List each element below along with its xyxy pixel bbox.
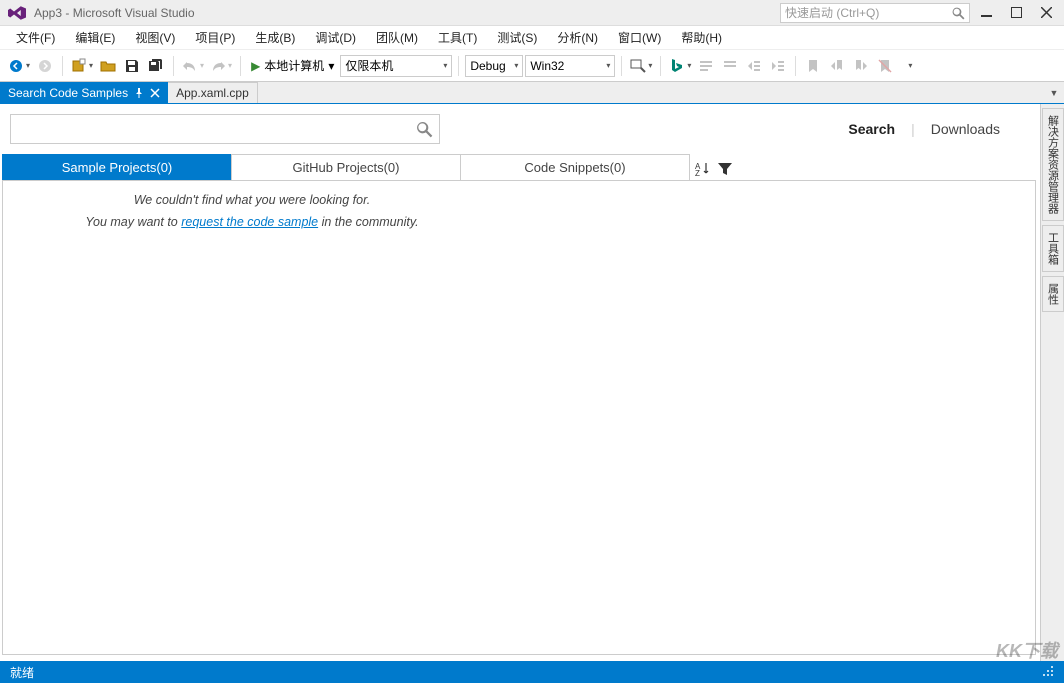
undo-button[interactable]: ▾	[180, 55, 206, 77]
maximize-button[interactable]	[1002, 3, 1030, 23]
tab-code-snippets[interactable]: Code Snippets(0)	[460, 154, 690, 180]
nav-back-button[interactable]: ▾	[6, 55, 32, 77]
statusbar: 就绪	[0, 661, 1064, 683]
start-debug-button[interactable]: ▶ 本地计算机 ▾	[247, 55, 338, 77]
menubar: 文件(F) 编辑(E) 视图(V) 项目(P) 生成(B) 调试(D) 团队(M…	[0, 26, 1064, 50]
menu-tools[interactable]: 工具(T)	[428, 26, 487, 49]
window-title: App3 - Microsoft Visual Studio	[34, 6, 195, 20]
search-link[interactable]: Search	[848, 121, 895, 137]
outdent-button[interactable]	[743, 55, 765, 77]
search-icon	[951, 6, 965, 20]
menu-debug[interactable]: 调试(D)	[305, 26, 366, 49]
tab-label: App.xaml.cpp	[176, 86, 249, 100]
search-code-samples-panel: Search | Downloads Sample Projects(0) Gi…	[0, 104, 1040, 661]
downloads-link[interactable]: Downloads	[931, 121, 1000, 137]
menu-file[interactable]: 文件(F)	[6, 26, 65, 49]
right-sidebar: 解决方案资源管理器 工具箱 属性	[1040, 104, 1064, 661]
new-project-button[interactable]: ▾	[69, 55, 95, 77]
code-search-field[interactable]	[17, 122, 415, 137]
save-button[interactable]	[121, 55, 143, 77]
save-all-button[interactable]	[145, 55, 167, 77]
close-button[interactable]	[1032, 3, 1060, 23]
menu-test[interactable]: 测试(S)	[487, 26, 547, 49]
link-separator: |	[911, 121, 915, 137]
menu-help[interactable]: 帮助(H)	[671, 26, 732, 49]
nav-forward-button[interactable]	[34, 55, 56, 77]
titlebar: App3 - Microsoft Visual Studio 快速启动 (Ctr…	[0, 0, 1064, 26]
tab-overflow-button[interactable]: ▼	[1044, 82, 1064, 103]
sort-icon[interactable]: AZ	[695, 161, 711, 177]
vs-logo-icon	[8, 6, 26, 20]
uncomment-button[interactable]	[719, 55, 741, 77]
configuration-select[interactable]: Debug▾	[465, 55, 523, 77]
solution-explorer-tab[interactable]: 解决方案资源管理器	[1042, 108, 1064, 221]
resize-grip-icon[interactable]	[1042, 665, 1054, 680]
menu-window[interactable]: 窗口(W)	[608, 26, 671, 49]
start-label: 本地计算机	[264, 57, 324, 74]
tab-sample-projects[interactable]: Sample Projects(0)	[2, 154, 232, 180]
menu-team[interactable]: 团队(M)	[366, 26, 428, 49]
panel-header: Search | Downloads	[2, 104, 1038, 154]
search-icon[interactable]	[415, 120, 433, 138]
quick-launch-input[interactable]: 快速启动 (Ctrl+Q)	[780, 3, 970, 23]
no-results-message: We couldn't find what you were looking f…	[17, 193, 487, 207]
tab-app-xaml-cpp[interactable]: App.xaml.cpp	[168, 82, 258, 103]
toolbar-overflow-button[interactable]: ▾	[898, 55, 920, 77]
platform-select[interactable]: Win32▾	[525, 55, 615, 77]
open-file-button[interactable]	[97, 55, 119, 77]
bookmark-next-button[interactable]	[850, 55, 872, 77]
close-icon[interactable]	[150, 88, 160, 98]
filter-icon[interactable]	[717, 161, 733, 177]
results-body: We couldn't find what you were looking f…	[2, 180, 1036, 655]
document-tabs: Search Code Samples App.xaml.cpp ▼	[0, 82, 1064, 104]
find-button[interactable]: ▾	[628, 55, 654, 77]
request-sample-message: You may want to request the code sample …	[17, 215, 487, 229]
properties-tab[interactable]: 属性	[1042, 276, 1064, 312]
menu-edit[interactable]: 编辑(E)	[65, 26, 125, 49]
toolbox-tab[interactable]: 工具箱	[1042, 225, 1064, 272]
code-search-input[interactable]	[10, 114, 440, 144]
comment-button[interactable]	[695, 55, 717, 77]
result-tabs: Sample Projects(0) GitHub Projects(0) Co…	[2, 154, 1038, 180]
play-icon: ▶	[251, 59, 260, 73]
redo-button[interactable]: ▾	[208, 55, 234, 77]
bing-button[interactable]: ▾	[667, 55, 693, 77]
menu-view[interactable]: 视图(V)	[125, 26, 185, 49]
minimize-button[interactable]	[972, 3, 1000, 23]
tab-label: Search Code Samples	[8, 86, 128, 100]
main-area: Search | Downloads Sample Projects(0) Gi…	[0, 104, 1064, 661]
tab-search-code-samples[interactable]: Search Code Samples	[0, 82, 168, 103]
menu-analyze[interactable]: 分析(N)	[547, 26, 608, 49]
pin-icon[interactable]	[134, 88, 144, 98]
panel-nav-links: Search | Downloads	[848, 121, 1030, 137]
bookmark-clear-button[interactable]	[874, 55, 896, 77]
bookmark-prev-button[interactable]	[826, 55, 848, 77]
platform-target-select[interactable]: 仅限本机▾	[340, 55, 452, 77]
toolbar: ▾ ▾ ▾ ▾ ▶ 本地计算机 ▾ 仅限本机▾ Debug▾ Win32▾ ▾ …	[0, 50, 1064, 82]
menu-build[interactable]: 生成(B)	[245, 26, 305, 49]
quick-launch-placeholder: 快速启动 (Ctrl+Q)	[785, 4, 879, 21]
tab-github-projects[interactable]: GitHub Projects(0)	[231, 154, 461, 180]
bookmark-button[interactable]	[802, 55, 824, 77]
menu-project[interactable]: 项目(P)	[185, 26, 245, 49]
request-sample-link[interactable]: request the code sample	[181, 215, 318, 229]
result-tools: AZ	[695, 154, 733, 180]
status-text: 就绪	[10, 664, 34, 681]
svg-text:Z: Z	[695, 169, 700, 177]
indent-button[interactable]	[767, 55, 789, 77]
